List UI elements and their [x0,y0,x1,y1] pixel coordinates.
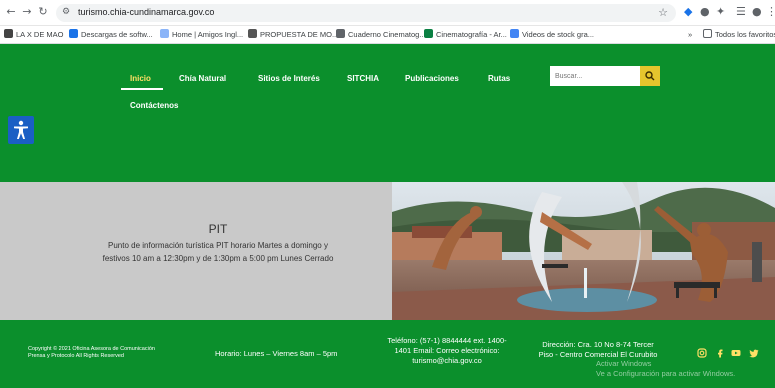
reload-icon[interactable]: ↻ [36,5,50,19]
header-hero: Inicio Chía Natural Sitios de Interés SI… [0,44,775,182]
profile-icon[interactable]: ☰ [736,5,746,19]
nav-chia-natural[interactable]: Chía Natural [179,74,226,83]
watermark-line: Ve a Configuración para activar Windows. [596,369,736,378]
nav-publicaciones[interactable]: Publicaciones [405,74,459,83]
contact-email[interactable]: turismo@chia.gov.co [372,356,522,366]
contact-line: 1401 Email: Correo electrónico: [394,346,500,355]
bookmark-item[interactable]: PROPUESTA DE MO... [248,29,338,41]
bookmark-icon [69,29,78,38]
nav-rutas[interactable]: Rutas [488,74,510,83]
footer-contact: Teléfono: (57-1) 8844444 ext. 1400- 1401… [372,336,522,366]
extension-icon[interactable]: ◆ [684,5,692,19]
footer: Copyright © 2021 Oficina Asesora de Comu… [0,320,775,388]
info-band: PIT Punto de información turística PIT h… [0,182,775,320]
youtube-icon[interactable] [731,348,741,358]
twitter-icon[interactable] [749,348,759,358]
address-bar[interactable]: ⚙ turismo.chia-cundinamarca.gov.co ☆ [56,4,676,22]
avatar[interactable]: ● [752,5,762,19]
bookmark-label: Videos de stock gra... [522,30,594,39]
bookmark-label: Descargas de softw... [81,30,153,39]
contact-line: Teléfono: (57-1) 8844444 ext. 1400- [387,336,507,345]
accessibility-button[interactable] [8,116,34,144]
footer-copyright: Copyright © 2021 Oficina Asesora de Comu… [28,346,155,360]
browser-toolbar: ← → ↻ ⚙ turismo.chia-cundinamarca.gov.co… [0,0,775,26]
bookmark-icon [160,29,169,38]
windows-activation-watermark: Activar Windows Ve a Configuración para … [596,359,735,379]
site-info-icon[interactable]: ⚙ [62,7,70,17]
bookmark-icon [424,29,433,38]
facebook-icon[interactable] [715,348,725,358]
bookmark-icon [510,29,519,38]
menu-icon[interactable]: ⋮ [766,5,775,19]
bookmark-label: LA X DE MAO [16,30,64,39]
pit-description: Punto de información turística PIT horar… [102,241,334,263]
bookmark-item[interactable]: Videos de stock gra... [510,29,594,41]
copyright-line: Copyright © 2021 Oficina Asesora de Comu… [28,346,155,352]
bookmark-item[interactable]: Descargas de softw... [69,29,153,41]
bookmarks-overflow[interactable]: » [688,29,692,41]
bookmarks-bar: LA X DE MAO Descargas de softw... Home |… [0,26,775,44]
bookmark-item[interactable]: Cuaderno Cinematog... [336,29,426,41]
search-input[interactable] [550,66,640,86]
copyright-line: Prensa y Protocolo All Rights Reserved [28,353,124,359]
search-icon [645,71,655,81]
plaza-photo [392,182,775,320]
nav-sitchia[interactable]: SITCHIA [347,74,379,83]
bookmark-item[interactable]: Cinematografía - Ar... [424,29,507,41]
bookmark-item[interactable]: LA X DE MAO [4,29,64,41]
pit-title: PIT [208,222,228,236]
back-icon[interactable]: ← [4,5,18,19]
bookmark-label: Home | Amigos Ingl... [172,30,244,39]
instagram-icon[interactable] [697,348,707,358]
nav-inicio[interactable]: Inicio [130,74,151,83]
all-bookmarks[interactable]: Todos los favoritos [703,29,775,41]
watermark-line: Activar Windows [596,359,652,368]
search-button[interactable] [640,66,660,86]
url-text: turismo.chia-cundinamarca.gov.co [78,7,215,17]
footer-schedule: Horario: Lunes – Viernes 8am – 5pm [215,349,338,358]
folder-icon [703,29,712,38]
all-bookmarks-label: Todos los favoritos [715,30,775,39]
bookmark-label: Cuaderno Cinematog... [348,30,426,39]
bookmark-label: PROPUESTA DE MO... [260,30,339,39]
bookmark-star-icon[interactable]: ☆ [658,6,668,19]
puzzle-icon[interactable]: ✦ [716,5,725,19]
forward-icon[interactable]: → [20,5,34,19]
nav-sitios-interes[interactable]: Sitios de Interés [258,74,320,83]
footer-address: Dirección: Cra. 10 No 8-74 Tercer Piso -… [528,340,668,360]
bookmark-item[interactable]: Home | Amigos Ingl... [160,29,243,41]
nav-active-underline [121,88,163,90]
bookmark-label: Cinematografía - Ar... [436,30,507,39]
plaza-sculpture-image [392,182,775,320]
accessibility-icon [14,120,28,139]
bookmark-icon [248,29,257,38]
bookmark-icon [336,29,345,38]
address-line: Dirección: Cra. 10 No 8-74 Tercer [542,340,654,349]
page: Inicio Chía Natural Sitios de Interés SI… [0,44,775,388]
bookmark-icon [4,29,13,38]
nav-contactenos[interactable]: Contáctenos [130,101,178,110]
extension-icon-2[interactable]: ● [700,5,710,19]
